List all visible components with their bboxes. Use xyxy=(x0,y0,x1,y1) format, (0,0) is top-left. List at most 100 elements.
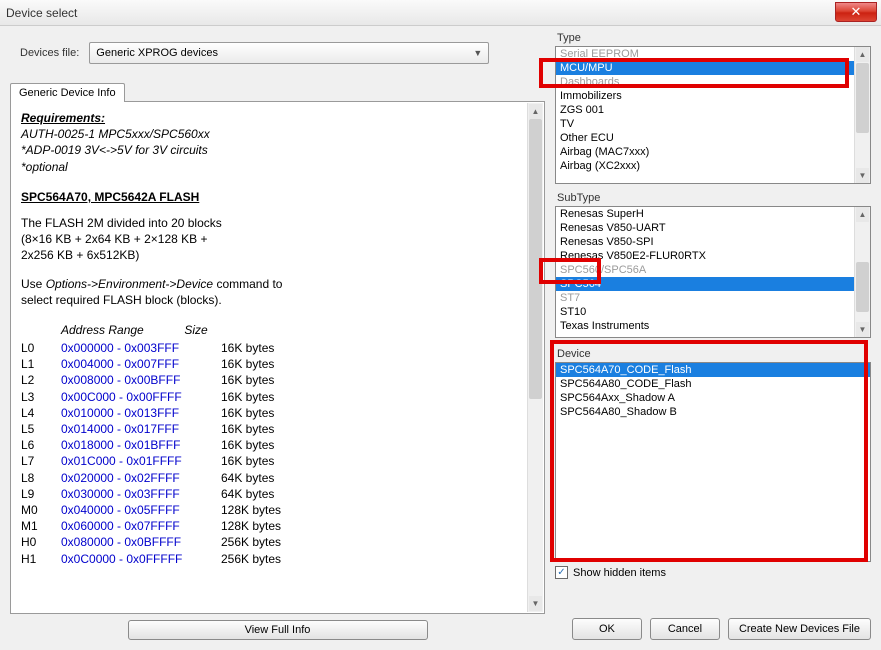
block-label: M0 xyxy=(21,502,61,518)
address-range: 0x030000 - 0x03FFFF xyxy=(61,486,221,502)
table-row: L90x030000 - 0x03FFFF64K bytes xyxy=(21,486,534,502)
table-row: L30x00C000 - 0x00FFFF16K bytes xyxy=(21,389,534,405)
list-item[interactable]: ST10 xyxy=(556,305,870,319)
list-item[interactable]: SPC564A70_CODE_Flash xyxy=(556,363,870,377)
list-item[interactable]: SPC564A80_Shadow B xyxy=(556,405,870,419)
block-size: 256K bytes xyxy=(221,551,281,567)
col-address-range: Address Range xyxy=(21,322,181,338)
devices-file-dropdown[interactable]: Generic XPROG devices ▼ xyxy=(89,42,489,64)
list-item[interactable]: ZGS 001 xyxy=(556,103,870,117)
hint-text: select required FLASH block (blocks). xyxy=(21,292,534,308)
block-size: 16K bytes xyxy=(221,389,274,405)
scroll-down-icon[interactable]: ▼ xyxy=(856,168,869,183)
scroll-up-icon[interactable]: ▲ xyxy=(856,207,869,222)
requirement-line: *optional xyxy=(21,159,534,175)
block-size: 16K bytes xyxy=(221,421,274,437)
list-item[interactable]: Renesas V850-SPI xyxy=(556,235,870,249)
list-item[interactable]: SPC564A80_CODE_Flash xyxy=(556,377,870,391)
list-item[interactable]: SPC564Axx_Shadow A xyxy=(556,391,870,405)
list-item[interactable]: Airbag (XC2xxx) xyxy=(556,159,870,173)
hint-text: command to xyxy=(213,277,282,291)
address-range: 0x0C0000 - 0x0FFFFF xyxy=(61,551,221,567)
table-row: L60x018000 - 0x01BFFF16K bytes xyxy=(21,437,534,453)
hint-text: Use xyxy=(21,277,46,291)
requirements-heading: Requirements: xyxy=(21,110,534,126)
cancel-button[interactable]: Cancel xyxy=(650,618,720,640)
block-label: M1 xyxy=(21,518,61,534)
list-item[interactable]: SPC560/SPC56A xyxy=(556,263,870,277)
subtype-scrollbar[interactable]: ▲ ▼ xyxy=(854,207,870,337)
list-item[interactable]: Renesas V850E2-FLUR0RTX xyxy=(556,249,870,263)
block-size: 256K bytes xyxy=(221,534,281,550)
address-range: 0x020000 - 0x02FFFF xyxy=(61,470,221,486)
address-range: 0x040000 - 0x05FFFF xyxy=(61,502,221,518)
block-label: L9 xyxy=(21,486,61,502)
scroll-down-icon[interactable]: ▼ xyxy=(529,596,542,611)
close-button[interactable]: ✕ xyxy=(835,2,877,22)
table-row: L70x01C000 - 0x01FFFF16K bytes xyxy=(21,453,534,469)
list-item[interactable]: Immobilizers xyxy=(556,89,870,103)
subtype-listbox[interactable]: Renesas SuperHRenesas V850-UARTRenesas V… xyxy=(555,206,871,338)
block-table: Address Range Size L00x000000 - 0x003FFF… xyxy=(21,322,534,567)
subtype-label: SubType xyxy=(557,192,871,204)
block-size: 16K bytes xyxy=(221,437,274,453)
scroll-thumb[interactable] xyxy=(529,119,542,399)
ok-button[interactable]: OK xyxy=(572,618,642,640)
flash-desc-line: (8×16 KB + 2x64 KB + 2×128 KB + xyxy=(21,231,534,247)
info-scrollbar[interactable]: ▲ ▼ xyxy=(527,103,543,612)
table-row: M10x060000 - 0x07FFFF128K bytes xyxy=(21,518,534,534)
tab-generic-device-info[interactable]: Generic Device Info xyxy=(10,83,125,102)
view-full-info-button[interactable]: View Full Info xyxy=(128,620,428,640)
devices-file-value: Generic XPROG devices xyxy=(96,47,218,59)
list-item[interactable]: SPC564 xyxy=(556,277,870,291)
show-hidden-checkbox[interactable]: ✓ xyxy=(555,566,568,579)
block-label: H1 xyxy=(21,551,61,567)
block-label: H0 xyxy=(21,534,61,550)
scroll-thumb[interactable] xyxy=(856,262,869,312)
requirement-line: *ADP-0019 3V<->5V for 3V circuits xyxy=(21,142,534,158)
address-range: 0x080000 - 0x0BFFFF xyxy=(61,534,221,550)
list-item[interactable]: Dashboards xyxy=(556,75,870,89)
list-item[interactable]: Airbag (MAC7xxx) xyxy=(556,145,870,159)
type-label: Type xyxy=(557,32,871,44)
block-size: 128K bytes xyxy=(221,502,281,518)
block-label: L3 xyxy=(21,389,61,405)
list-item[interactable]: Renesas SuperH xyxy=(556,207,870,221)
table-row: H10x0C0000 - 0x0FFFFF256K bytes xyxy=(21,551,534,567)
list-item[interactable]: Other ECU xyxy=(556,131,870,145)
list-item[interactable]: Texas Instruments xyxy=(556,319,870,333)
block-size: 16K bytes xyxy=(221,453,274,469)
list-item[interactable]: Serial EEPROM xyxy=(556,47,870,61)
col-size: Size xyxy=(184,322,207,338)
scroll-thumb[interactable] xyxy=(856,63,869,133)
block-size: 16K bytes xyxy=(221,405,274,421)
window-title: Device select xyxy=(6,6,77,20)
block-label: L0 xyxy=(21,340,61,356)
table-row: H00x080000 - 0x0BFFFF256K bytes xyxy=(21,534,534,550)
create-new-devices-file-button[interactable]: Create New Devices File xyxy=(728,618,871,640)
flash-desc-line: 2x256 KB + 6x512KB) xyxy=(21,247,534,263)
block-size: 16K bytes xyxy=(221,372,274,388)
block-label: L2 xyxy=(21,372,61,388)
list-item[interactable]: MCU/MPU xyxy=(556,61,870,75)
device-listbox[interactable]: SPC564A70_CODE_FlashSPC564A80_CODE_Flash… xyxy=(555,362,871,562)
list-item[interactable]: TV xyxy=(556,117,870,131)
block-label: L7 xyxy=(21,453,61,469)
block-size: 128K bytes xyxy=(221,518,281,534)
table-row: L40x010000 - 0x013FFF16K bytes xyxy=(21,405,534,421)
block-size: 16K bytes xyxy=(221,340,274,356)
block-size: 64K bytes xyxy=(221,486,274,502)
scroll-down-icon[interactable]: ▼ xyxy=(856,322,869,337)
scroll-up-icon[interactable]: ▲ xyxy=(529,104,542,119)
block-label: L1 xyxy=(21,356,61,372)
hint-command: Options->Environment->Device xyxy=(46,277,213,291)
type-listbox[interactable]: Serial EEPROMMCU/MPUDashboardsImmobilize… xyxy=(555,46,871,184)
list-item[interactable]: Renesas V850-UART xyxy=(556,221,870,235)
list-item[interactable]: ST7 xyxy=(556,291,870,305)
table-row: L00x000000 - 0x003FFF16K bytes xyxy=(21,340,534,356)
table-row: M00x040000 - 0x05FFFF128K bytes xyxy=(21,502,534,518)
type-scrollbar[interactable]: ▲ ▼ xyxy=(854,47,870,183)
block-label: L5 xyxy=(21,421,61,437)
scroll-up-icon[interactable]: ▲ xyxy=(856,47,869,62)
section-heading: SPC564A70, MPC5642A FLASH xyxy=(21,189,534,205)
